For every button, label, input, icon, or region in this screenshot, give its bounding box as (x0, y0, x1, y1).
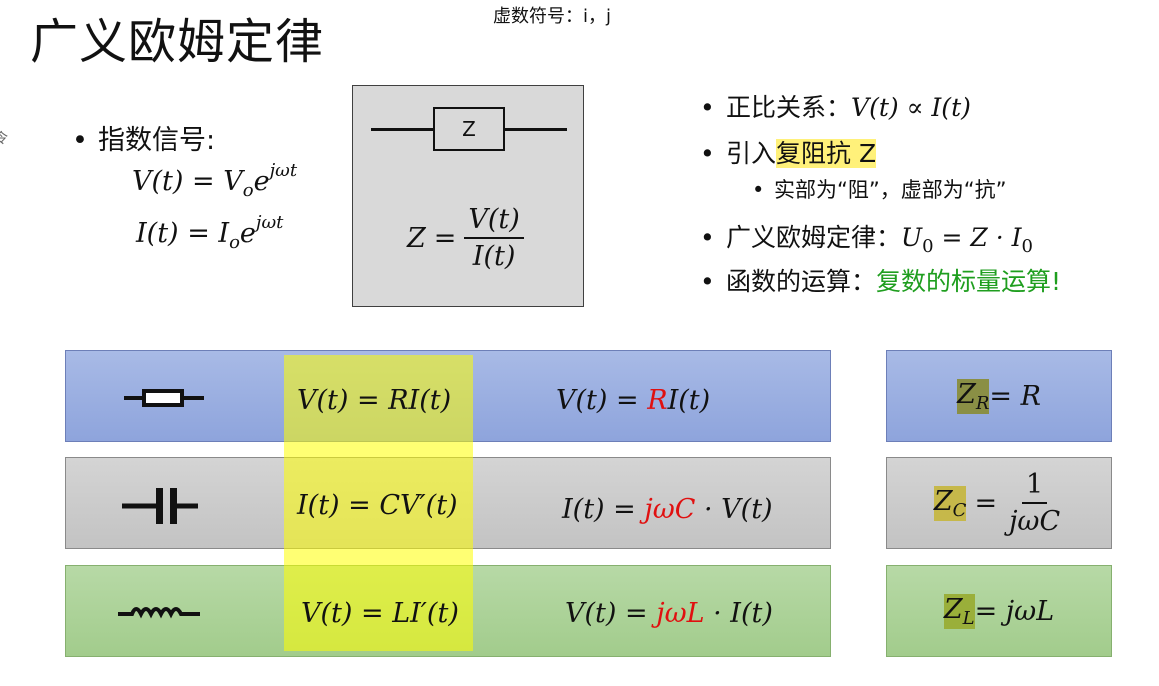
bullet-dot: • (752, 178, 765, 202)
bullet-dot: • (72, 125, 88, 156)
impedance-formula: Z = V(t) I(t) (407, 204, 524, 272)
resistor-phasor-formula: V(t) = RI(t) (556, 385, 710, 416)
bullet-dot: • (700, 139, 715, 168)
z-highlight: ZL (943, 593, 975, 629)
e-base: e (239, 218, 256, 249)
z-symbol: Z (957, 378, 976, 410)
i-left: I(t) (136, 218, 179, 249)
impedance-fraction: 1 jωC (1005, 469, 1064, 537)
rhs-pre: I(t) = (562, 494, 645, 525)
u-symbol: U (901, 223, 923, 252)
v-left: V(t) (132, 166, 184, 197)
z-times-i: Z · I (970, 223, 1022, 252)
bullet-text: 正比关系： (726, 93, 852, 122)
resistor-icon (124, 389, 204, 407)
eq-sign: = (433, 222, 457, 254)
rhs-post: · V(t) (695, 494, 773, 525)
highlighted-term: 复阻抗 Z (776, 139, 877, 168)
rhs-red: jωL (656, 598, 705, 629)
eq-sign: = (974, 487, 998, 519)
z-rest: = R (989, 380, 1041, 412)
fraction-denominator: I(t) (472, 241, 516, 272)
wire-left (371, 128, 433, 131)
eq-sign: = (941, 223, 963, 252)
sub-bullet-real-imag: • 实部为“阻”，虚部为“抗” (752, 174, 1007, 204)
imaginary-unit-note: 虚数符号：i，j (493, 6, 612, 27)
bullet-text: 函数的运算： (726, 267, 877, 296)
rhs-post: · I(t) (704, 598, 773, 629)
impedance-box: Z Z = V(t) I(t) (352, 85, 584, 307)
bullet-text: 广义欧姆定律： (726, 223, 902, 252)
z-sub: C (952, 499, 967, 521)
inductor-impedance-box: ZL = jωL (886, 565, 1112, 657)
current-exp-formula: I(t) = Ioejωt (136, 212, 283, 253)
inductor-icon (118, 607, 200, 619)
bullet-function-ops: • 函数的运算：复数的标量运算! (700, 262, 1061, 298)
z-sub: R (975, 392, 990, 414)
resistor-impedance-box: ZR = R (886, 350, 1112, 442)
capacitor-phasor-formula: I(t) = jωC · V(t) (562, 494, 773, 525)
side-mark: 令 (0, 131, 8, 147)
fraction-denominator: jωC (1009, 506, 1061, 537)
z-symbol: Z (933, 485, 953, 517)
z-sub: L (962, 607, 975, 629)
bullet-dot: • (700, 267, 715, 296)
impedance-fraction: V(t) I(t) (464, 204, 524, 272)
i-sub: o (229, 232, 240, 253)
v-sub: o (242, 180, 254, 201)
voltage-exp-formula: V(t) = Voejωt (132, 160, 297, 201)
bullet-text: 引入 (726, 139, 777, 168)
green-emphasis: 复数的标量运算! (876, 267, 1062, 296)
rhs-post: I(t) (667, 385, 711, 416)
bullet-math: V(t) ∝ I(t) (851, 93, 971, 122)
z-rest: = jωL (974, 595, 1055, 627)
inductor-time-formula: V(t) = LI′(t) (301, 598, 459, 629)
v-base: V (223, 166, 243, 197)
exp-signal-bullet: • 指数信号: (72, 118, 215, 157)
sub-bullet-text: 实部为“阻”，虚部为“抗” (774, 178, 1007, 202)
rhs-red: R (647, 385, 668, 416)
wire-right (505, 128, 567, 131)
bullet-generalized-ohm: • 广义欧姆定律：U0 = Z · I0 (700, 218, 1033, 257)
capacitor-time-formula: I(t) = CV′(t) (297, 490, 458, 521)
z-symbol: Z (943, 593, 963, 625)
resistor-time-formula: V(t) = RI(t) (297, 385, 452, 416)
slide-title: 广义欧姆定律 (30, 14, 325, 70)
exp-sup: jωt (269, 160, 298, 181)
exp-signal-label: 指数信号: (98, 125, 216, 156)
bullet-proportional: • 正比关系：V(t) ∝ I(t) (700, 88, 971, 124)
bullet-complex-impedance: • 引入复阻抗 Z (700, 134, 877, 170)
z-symbol: Z (407, 222, 426, 254)
exp-sup: jωt (255, 212, 284, 233)
z-highlight: ZR (957, 378, 990, 414)
rhs-pre: V(t) = (565, 598, 657, 629)
impedance-element: Z (433, 107, 505, 151)
ohm-formula: U0 = Z · I0 (901, 223, 1033, 257)
eq-sign: = (192, 166, 215, 197)
rhs-pre: V(t) = (556, 385, 648, 416)
e-base: e (253, 166, 270, 197)
i-base: I (218, 218, 230, 249)
capacitor-icon (122, 488, 198, 524)
bullet-dot: • (700, 93, 715, 122)
u-sub: 0 (922, 236, 934, 257)
bullet-dot: • (700, 223, 715, 252)
i-sub: 0 (1021, 236, 1033, 257)
rhs-red: jωC (644, 494, 696, 525)
capacitor-impedance-box: ZC = 1 jωC (886, 457, 1112, 549)
fraction-numerator: V(t) (464, 204, 524, 239)
z-highlight: ZC (933, 485, 967, 521)
inductor-phasor-formula: V(t) = jωL · I(t) (565, 598, 773, 629)
fraction-numerator: 1 (1021, 469, 1048, 504)
eq-sign: = (187, 218, 210, 249)
